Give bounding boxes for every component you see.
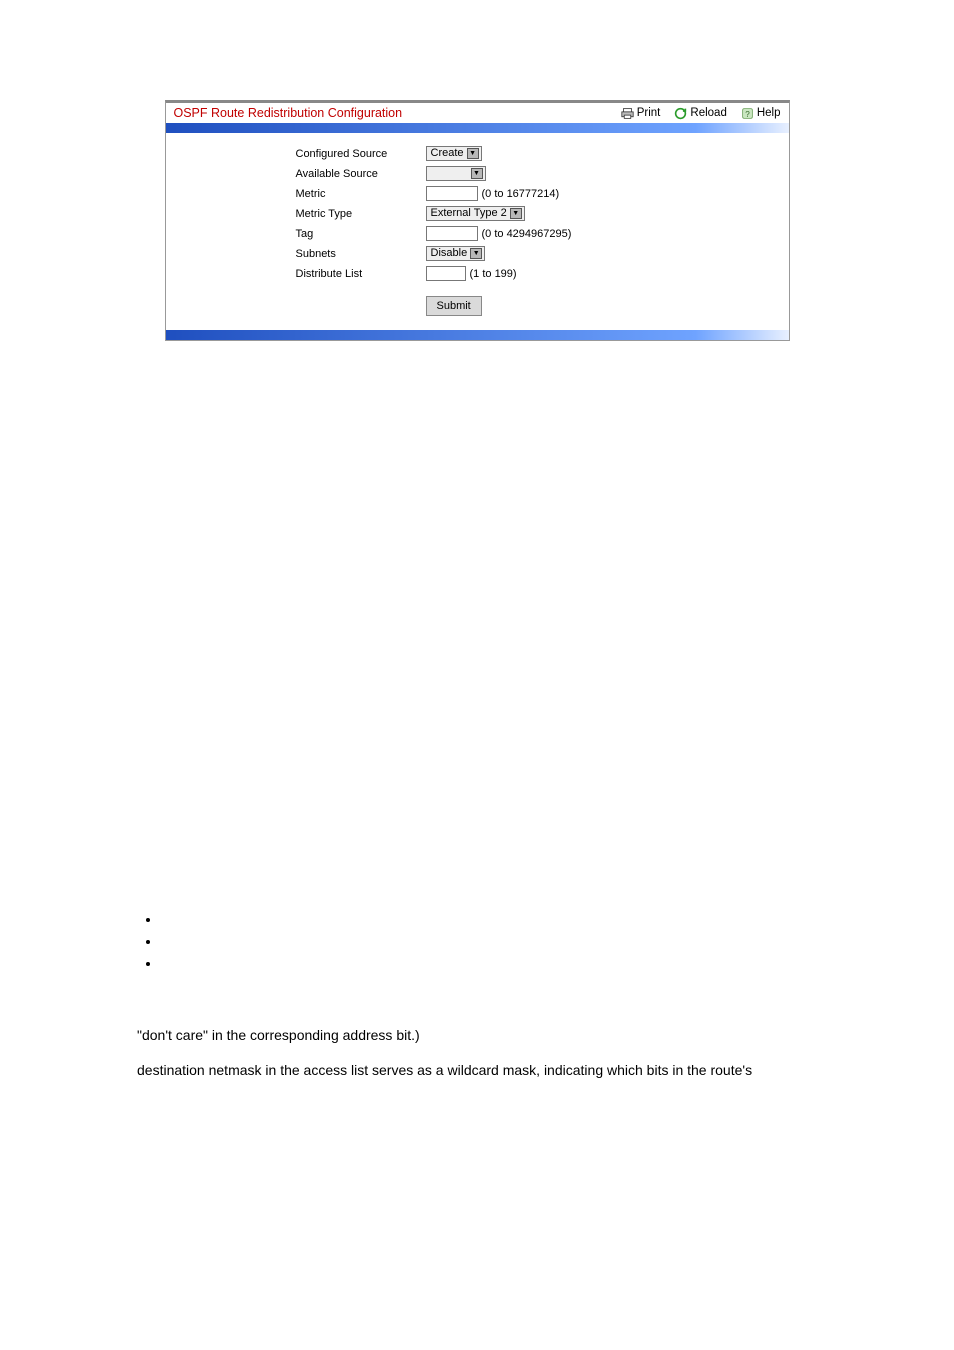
metric-type-value: External Type 2 [431,207,507,220]
help-label: Help [757,107,781,119]
help-link[interactable]: ? Help [741,107,781,120]
submit-button[interactable]: Submit [426,296,482,316]
row-configured-source: Configured Source Create ▼ [176,144,779,163]
body-text-block: "don't care" in the corresponding addres… [137,911,837,1081]
label-tag: Tag [176,228,426,240]
reload-link[interactable]: Reload [674,107,726,120]
list-item [161,955,837,977]
configured-source-value: Create [431,147,464,160]
list-item [161,911,837,933]
label-available-source: Available Source [176,168,426,180]
row-metric: Metric (0 to 16777214) [176,184,779,203]
available-source-select[interactable]: ▼ [426,166,486,181]
label-distribute-list: Distribute List [176,268,426,280]
configured-source-select[interactable]: Create ▼ [426,146,482,161]
bullet-list [161,911,837,977]
label-metric: Metric [176,188,426,200]
metric-type-select[interactable]: External Type 2 ▼ [426,206,525,221]
help-icon: ? [741,107,754,120]
label-metric-type: Metric Type [176,208,426,220]
print-label: Print [637,107,661,119]
subnets-value: Disable [431,247,468,260]
panel-header: OSPF Route Redistribution Configuration … [166,103,789,123]
reload-label: Reload [690,107,726,119]
paragraph-1: "don't care" in the corresponding addres… [137,1025,837,1046]
metric-hint: (0 to 16777214) [482,188,560,200]
row-distribute-list: Distribute List (1 to 199) [176,264,779,283]
subnets-select[interactable]: Disable ▼ [426,246,486,261]
row-tag: Tag (0 to 4294967295) [176,224,779,243]
print-link[interactable]: Print [621,107,661,120]
divider-bar-top [166,123,789,133]
list-item [161,933,837,955]
row-available-source: Available Source ▼ [176,164,779,183]
metric-input[interactable] [426,186,478,201]
chevron-down-icon: ▼ [470,248,482,259]
paragraph-2: destination netmask in the access list s… [137,1060,837,1081]
row-subnets: Subnets Disable ▼ [176,244,779,263]
distribute-list-hint: (1 to 199) [470,268,517,280]
reload-icon [674,107,687,120]
config-panel: OSPF Route Redistribution Configuration … [165,100,790,341]
label-configured-source: Configured Source [176,148,426,160]
print-icon [621,107,634,120]
chevron-down-icon: ▼ [467,148,479,159]
page-title: OSPF Route Redistribution Configuration [174,106,607,120]
divider-bar-bottom [166,330,789,340]
chevron-down-icon: ▼ [510,208,522,219]
svg-text:?: ? [745,109,750,118]
chevron-down-icon: ▼ [471,168,483,179]
tag-hint: (0 to 4294967295) [482,228,572,240]
form-area: Configured Source Create ▼ Available Sou… [166,133,789,330]
tag-input[interactable] [426,226,478,241]
label-subnets: Subnets [176,248,426,260]
distribute-list-input[interactable] [426,266,466,281]
row-metric-type: Metric Type External Type 2 ▼ [176,204,779,223]
